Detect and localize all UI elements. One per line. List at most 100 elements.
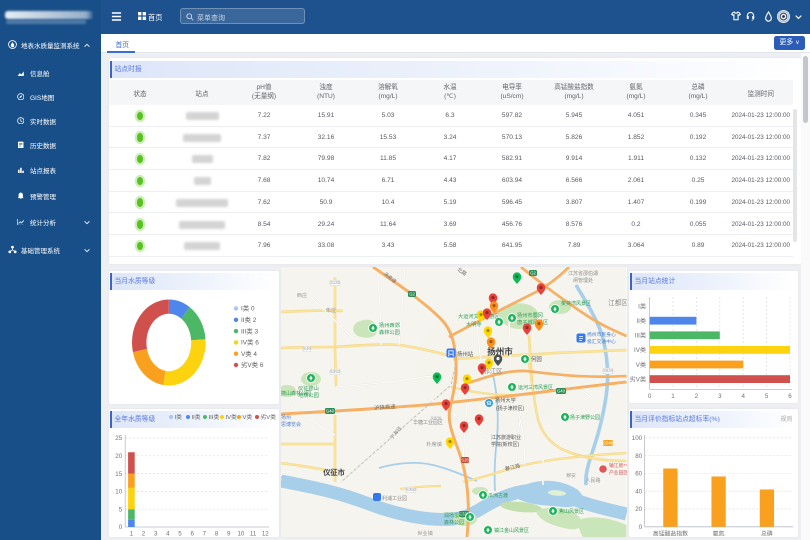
svg-text:朱庄: 朱庄 <box>326 306 336 314</box>
svg-text:I类 0: I类 0 <box>241 303 255 312</box>
svg-text:IV类: IV类 <box>226 413 237 421</box>
svg-text:IV类: IV类 <box>634 346 646 354</box>
svg-text:5: 5 <box>178 530 182 537</box>
svg-text:10: 10 <box>237 530 244 537</box>
svg-text:扬子津野公园: 扬子津野公园 <box>570 414 600 421</box>
svg-text:总磷: 总磷 <box>761 529 773 537</box>
svg-text:V类: V类 <box>243 413 253 421</box>
svg-text:1: 1 <box>671 393 675 400</box>
svg-text:40: 40 <box>635 488 642 495</box>
svg-text:西庄: 西庄 <box>297 291 307 299</box>
svg-text:(扬子津校区): (扬子津校区) <box>496 405 525 412</box>
svg-text:I类: I类 <box>175 413 183 421</box>
svg-text:II类: II类 <box>192 413 201 421</box>
svg-text:劣V类: 劣V类 <box>261 413 277 421</box>
svg-text:森林公园: 森林公园 <box>379 328 400 336</box>
svg-text:扬州大学: 扬州大学 <box>495 396 516 404</box>
svg-text:4: 4 <box>741 393 745 400</box>
svg-text:思博览会: 思博览会 <box>281 421 301 428</box>
svg-text:S634: S634 <box>603 368 613 373</box>
svg-text:镇江新**: 镇江新** <box>609 462 627 469</box>
svg-text:劣V类: 劣V类 <box>630 375 647 383</box>
svg-text:25: 25 <box>115 435 122 442</box>
svg-text:V类 4: V类 4 <box>241 348 257 357</box>
svg-text:扬州市蜀冈: 扬州市蜀冈 <box>517 311 543 319</box>
svg-text:茱萸湾风景区: 茱萸湾风景区 <box>561 300 591 307</box>
svg-text:80: 80 <box>635 452 642 459</box>
svg-text:III类: III类 <box>209 413 220 421</box>
svg-text:G346: G346 <box>603 440 614 445</box>
svg-text:9: 9 <box>227 530 231 537</box>
svg-text:15: 15 <box>115 470 122 477</box>
svg-text:镇江金山风景区: 镇江金山风景区 <box>494 527 529 534</box>
svg-text:唐子城风景区: 唐子城风景区 <box>517 318 548 326</box>
svg-text:S28: S28 <box>461 457 469 462</box>
svg-text:仪征市: 仪征市 <box>322 468 345 477</box>
svg-text:II类 2: II类 2 <box>241 315 257 324</box>
svg-text:V类: V类 <box>636 360 646 368</box>
svg-text:0: 0 <box>119 524 123 531</box>
svg-text:IV类 6: IV类 6 <box>241 337 259 346</box>
svg-text:I类: I类 <box>638 302 646 310</box>
svg-text:6: 6 <box>190 530 194 537</box>
svg-text:20: 20 <box>635 506 642 513</box>
svg-text:4: 4 <box>166 530 170 537</box>
svg-text:3: 3 <box>154 530 158 537</box>
svg-text:森林公园: 森林公园 <box>444 519 464 526</box>
svg-text:G2: G2 <box>409 291 415 296</box>
svg-text:何园: 何园 <box>531 355 542 363</box>
svg-text:2: 2 <box>695 393 699 400</box>
svg-text:江苏旅游职业: 江苏旅游职业 <box>491 434 521 441</box>
svg-text:5: 5 <box>765 393 769 400</box>
svg-text:润扬湿地: 润扬湿地 <box>444 512 464 519</box>
svg-text:7: 7 <box>203 530 207 537</box>
svg-text:6: 6 <box>788 393 792 400</box>
svg-text:II类: II类 <box>636 317 646 325</box>
svg-text:穆安: 穆安 <box>566 472 576 479</box>
svg-text:8: 8 <box>215 530 219 537</box>
svg-text:扬州: 扬州 <box>281 414 291 421</box>
svg-text:焦山风景区: 焦山风景区 <box>559 508 584 515</box>
svg-text:0: 0 <box>648 393 652 400</box>
svg-text:5: 5 <box>119 506 123 513</box>
svg-text:S125: S125 <box>330 280 340 285</box>
svg-text:扬州市民身心: 扬州市民身心 <box>587 331 616 338</box>
svg-text:S356: S356 <box>406 487 416 492</box>
svg-text:江都区: 江都区 <box>608 299 626 307</box>
svg-text:G40: G40 <box>326 408 335 413</box>
svg-text:20: 20 <box>115 453 122 460</box>
svg-text:G40: G40 <box>557 388 566 393</box>
svg-text:华糖工业园区: 华糖工业园区 <box>413 419 443 426</box>
svg-text:60: 60 <box>635 470 642 477</box>
svg-text:邗江区: 邗江区 <box>483 367 503 375</box>
svg-text:朴席镇: 朴席镇 <box>426 440 442 448</box>
svg-text:3: 3 <box>718 393 722 400</box>
svg-text:江苏省邵伯湖: 江苏省邵伯湖 <box>568 270 598 277</box>
svg-text:10: 10 <box>115 488 122 495</box>
svg-text:扬州西郊: 扬州西郊 <box>379 321 400 329</box>
svg-text:运河三湾风景区: 运河三湾风景区 <box>518 384 553 391</box>
svg-text:S49: S49 <box>303 346 311 351</box>
svg-text:学院(新校区): 学院(新校区) <box>491 441 520 448</box>
svg-text:高锰酸盐指数: 高锰酸盐指数 <box>653 529 688 537</box>
svg-text:G2: G2 <box>530 270 536 275</box>
svg-text:利浦工业园: 利浦工业园 <box>382 495 407 502</box>
svg-text:III类 3: III类 3 <box>241 326 258 335</box>
svg-text:100: 100 <box>632 435 643 442</box>
svg-text:极汇交通中心: 极汇交通中心 <box>587 338 616 345</box>
svg-text:瓜洲古渡: 瓜洲古渡 <box>488 492 508 499</box>
svg-text:S353: S353 <box>330 369 340 374</box>
svg-text:世业镇: 世业镇 <box>417 529 433 537</box>
svg-text:氨氮: 氨氮 <box>713 529 725 537</box>
svg-text:闸管理处: 闸管理处 <box>573 277 593 284</box>
svg-text:人民路: 人民路 <box>585 477 600 484</box>
svg-text:11: 11 <box>250 530 257 537</box>
svg-text:扬州站: 扬州站 <box>457 350 474 358</box>
svg-text:劣V类 6: 劣V类 6 <box>241 360 264 369</box>
svg-text:大明寺: 大明寺 <box>466 320 482 328</box>
svg-text:2: 2 <box>142 530 146 537</box>
svg-text:捺山森林公园: 捺山森林公园 <box>281 390 311 397</box>
svg-text:0: 0 <box>639 524 643 531</box>
svg-text:III类: III类 <box>635 331 646 339</box>
svg-text:12: 12 <box>262 530 269 537</box>
